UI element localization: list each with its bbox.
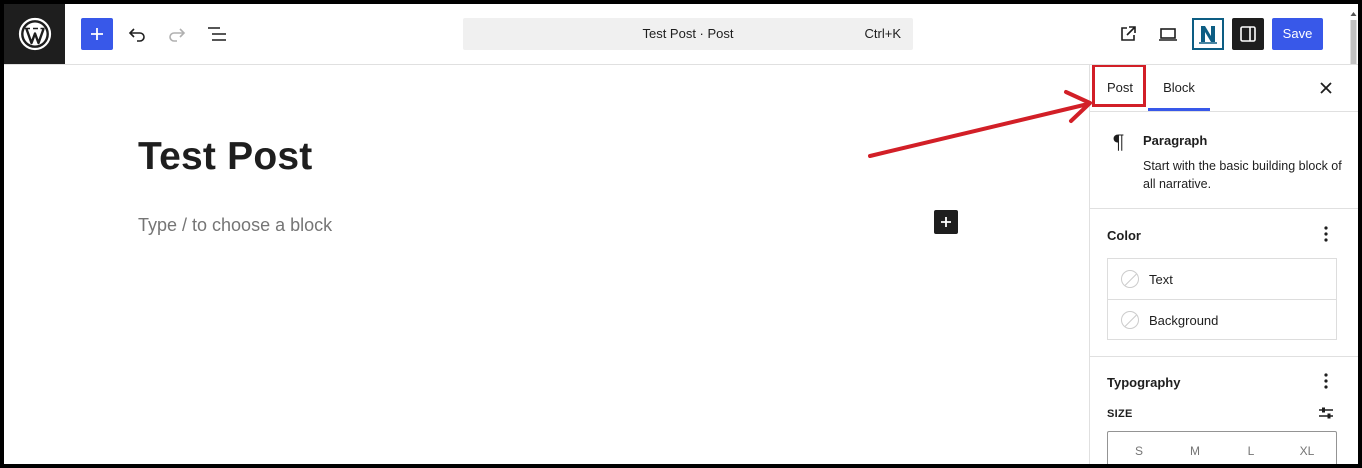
plugin-n-button[interactable] — [1192, 18, 1224, 50]
post-title[interactable]: Test Post — [138, 135, 312, 179]
block-card-description: Start with the basic building block of a… — [1143, 159, 1342, 191]
undo-icon — [128, 28, 145, 42]
desktop-preview-icon — [1159, 28, 1177, 41]
color-list: Text Background — [1107, 258, 1337, 340]
redo-button[interactable] — [161, 18, 193, 50]
add-block-button[interactable] — [81, 18, 113, 50]
close-icon — [1320, 82, 1332, 94]
editor-header: Test Post · Post Ctrl+K Save — [4, 4, 1358, 65]
save-button[interactable]: Save — [1272, 18, 1323, 50]
empty-swatch-icon — [1121, 270, 1139, 288]
sidebar-icon — [1240, 26, 1256, 42]
close-sidebar-button[interactable] — [1314, 76, 1338, 100]
color-item-text[interactable]: Text — [1108, 259, 1336, 299]
size-label: SIZE — [1107, 408, 1133, 420]
typography-panel: Typography SIZE S M L XL — [1090, 357, 1359, 464]
document-overview-button[interactable] — [201, 18, 233, 50]
block-card-title: Paragraph — [1143, 133, 1208, 148]
size-option-xl[interactable]: XL — [1297, 444, 1317, 458]
block-card: ¶ Paragraph Start with the basic buildin… — [1090, 112, 1359, 209]
sliders-icon — [1319, 407, 1333, 419]
document-title: Test Post · Post — [642, 26, 734, 41]
tab-block[interactable]: Block — [1148, 65, 1210, 111]
custom-size-button[interactable] — [1314, 401, 1338, 425]
command-shortcut: Ctrl+K — [864, 26, 901, 41]
active-tab-indicator — [1148, 108, 1210, 111]
redo-icon — [169, 28, 186, 42]
typography-options-button[interactable] — [1314, 369, 1338, 393]
plus-icon — [91, 28, 103, 40]
typography-panel-title: Typography — [1107, 375, 1181, 390]
color-options-button[interactable] — [1314, 222, 1338, 246]
block-placeholder[interactable]: Type / to choose a block — [138, 215, 332, 236]
pilcrow-icon: ¶ — [1112, 130, 1125, 154]
font-size-picker: S M L XL — [1107, 431, 1337, 464]
color-item-label: Background — [1149, 312, 1219, 328]
size-option-s[interactable]: S — [1129, 444, 1149, 458]
plus-icon — [941, 217, 951, 227]
color-panel-title: Color — [1107, 228, 1141, 243]
size-option-m[interactable]: M — [1185, 444, 1205, 458]
view-post-button[interactable] — [1112, 18, 1144, 50]
editor-canvas[interactable]: Test Post Type / to choose a block — [4, 65, 1088, 464]
sidebar-tabs: Post Block — [1090, 65, 1359, 112]
color-item-label: Text — [1149, 271, 1173, 287]
list-view-icon — [208, 27, 226, 41]
preview-button[interactable] — [1152, 18, 1184, 50]
external-link-icon — [1121, 26, 1136, 41]
command-palette-bar[interactable]: Test Post · Post Ctrl+K — [463, 18, 913, 50]
wordpress-logo-icon[interactable] — [4, 4, 65, 64]
color-item-background[interactable]: Background — [1108, 299, 1336, 340]
annotation-highlight-box — [1092, 65, 1146, 107]
kebab-menu-icon — [1324, 226, 1328, 242]
inline-add-block-button[interactable] — [934, 210, 958, 234]
size-option-l[interactable]: L — [1241, 444, 1261, 458]
color-panel: Color Text Background — [1090, 208, 1359, 357]
scrollbar[interactable] — [1349, 4, 1358, 64]
empty-swatch-icon — [1121, 311, 1139, 329]
settings-sidebar-toggle[interactable] — [1232, 18, 1264, 50]
undo-button[interactable] — [121, 18, 153, 50]
settings-sidebar: Post Block ¶ Paragraph Start with the ba… — [1089, 65, 1359, 464]
kebab-menu-icon — [1324, 373, 1328, 389]
plugin-n-icon — [1199, 26, 1217, 44]
